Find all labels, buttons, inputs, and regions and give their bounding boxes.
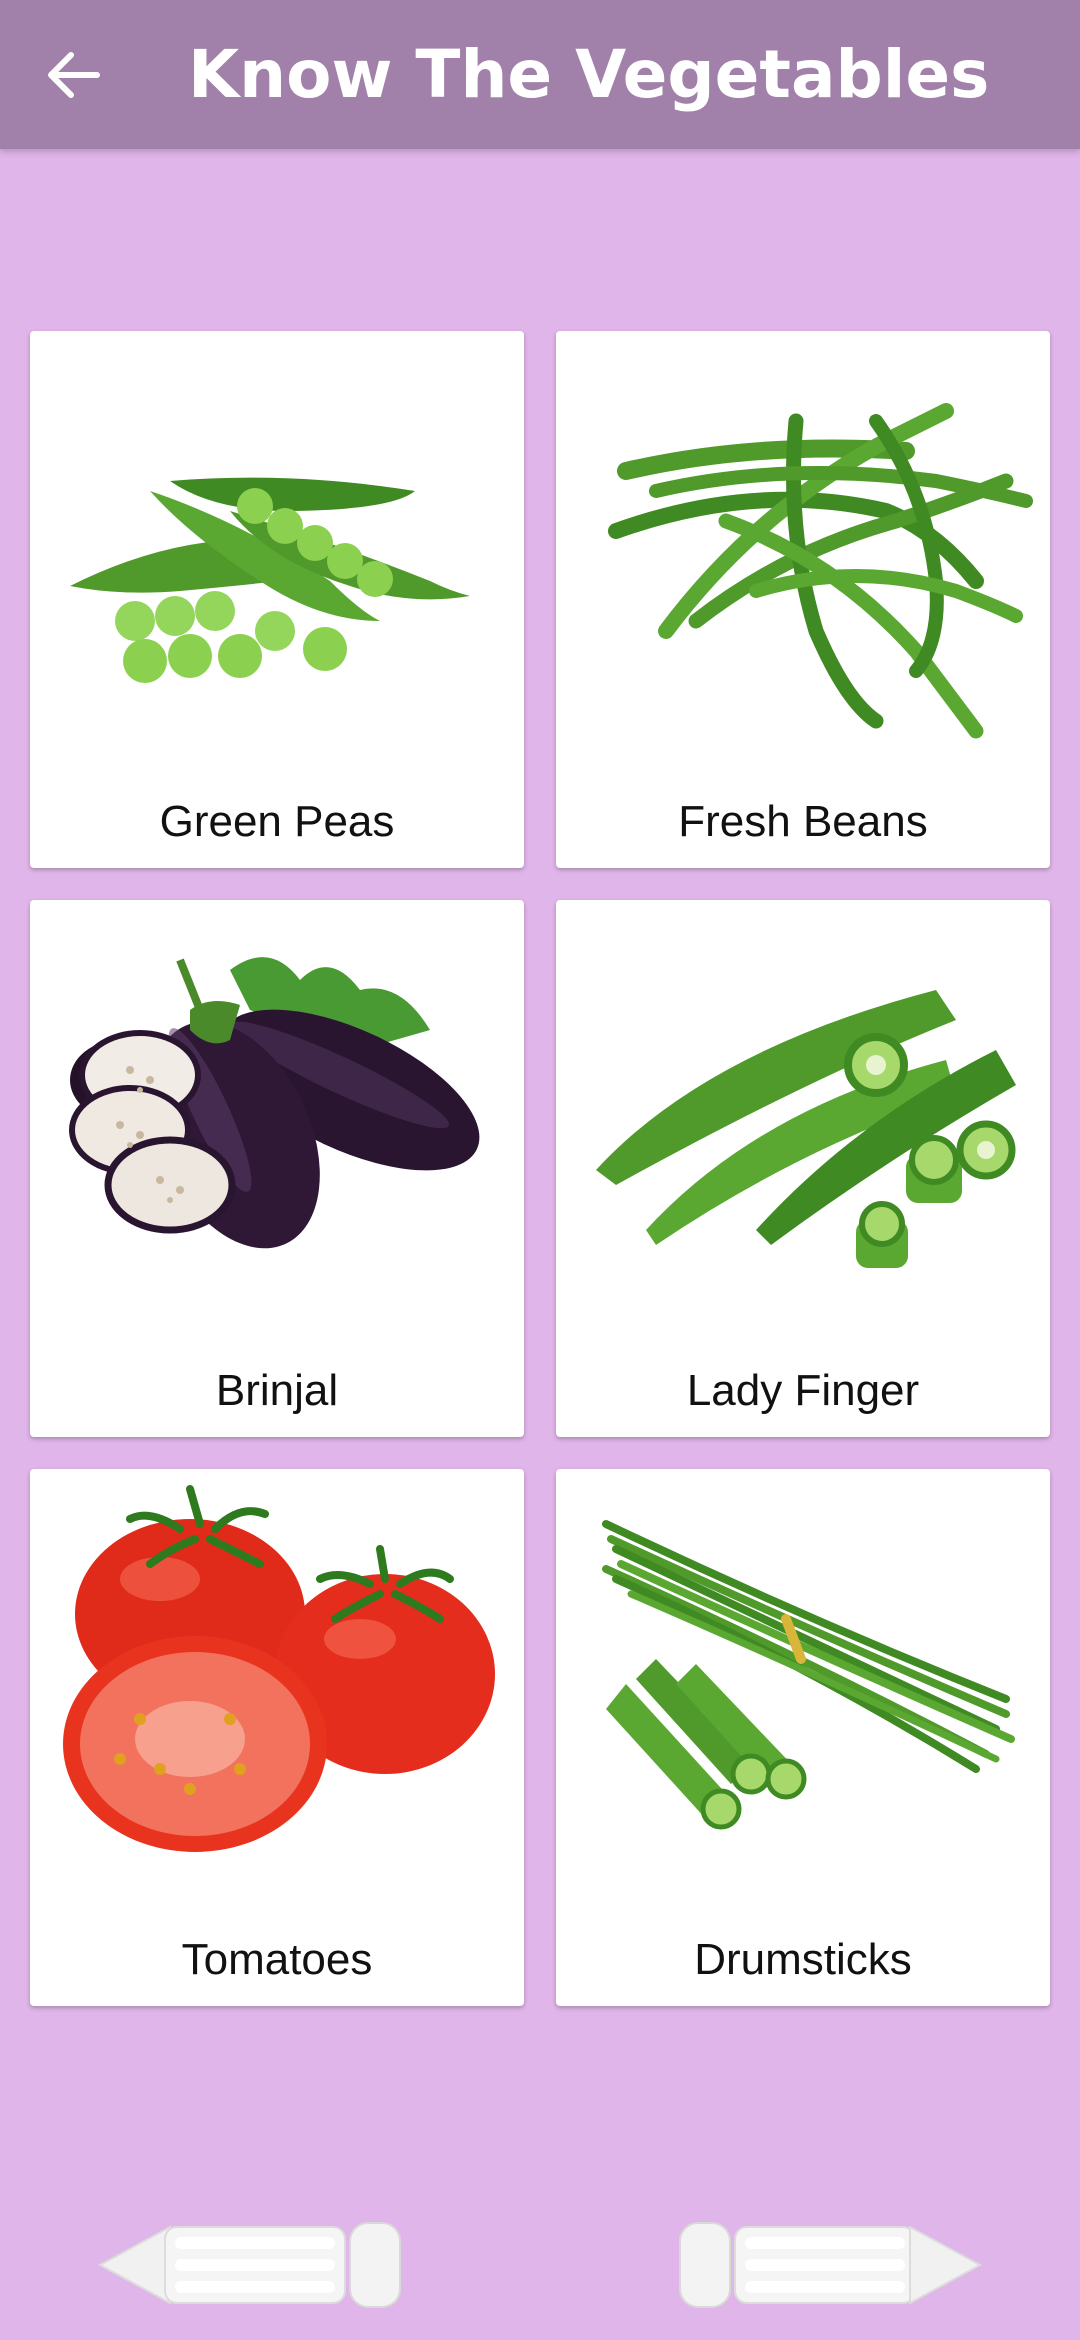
tomatoes-image: [63, 1485, 495, 1852]
lady-finger-image: [596, 990, 1016, 1268]
page-title: Know The Vegetables: [188, 36, 990, 113]
green-peas-image: [70, 477, 470, 683]
brinjal-image: [69, 957, 480, 1249]
card-label: Drumsticks: [694, 1935, 912, 1984]
card-drumsticks[interactable]: Drumsticks: [556, 1469, 1050, 2006]
card-label: Tomatoes: [181, 1935, 373, 1984]
back-button[interactable]: [28, 30, 118, 120]
card-tomatoes[interactable]: Tomatoes: [30, 1469, 524, 2006]
card-label: Brinjal: [215, 1366, 339, 1415]
pencil-arrow-right-icon: [679, 2222, 983, 2308]
card-label: Green Peas: [159, 797, 395, 846]
arrow-left-icon: [48, 52, 100, 98]
next-button[interactable]: [665, 2215, 985, 2315]
app-bar: Know The Vegetables: [0, 0, 1080, 149]
card-fresh-beans[interactable]: Fresh Beans: [556, 331, 1050, 868]
card-brinjal[interactable]: Brinjal: [30, 900, 524, 1437]
card-green-peas[interactable]: Green Peas: [30, 331, 524, 868]
card-label: Fresh Beans: [678, 797, 928, 846]
drumsticks-image: [602, 1520, 1015, 1830]
previous-button[interactable]: [95, 2215, 415, 2315]
card-lady-finger[interactable]: Lady Finger: [556, 900, 1050, 1437]
card-label: Lady Finger: [686, 1366, 920, 1415]
fresh-beans-image: [608, 403, 1033, 739]
pencil-arrow-left-icon: [97, 2222, 401, 2308]
